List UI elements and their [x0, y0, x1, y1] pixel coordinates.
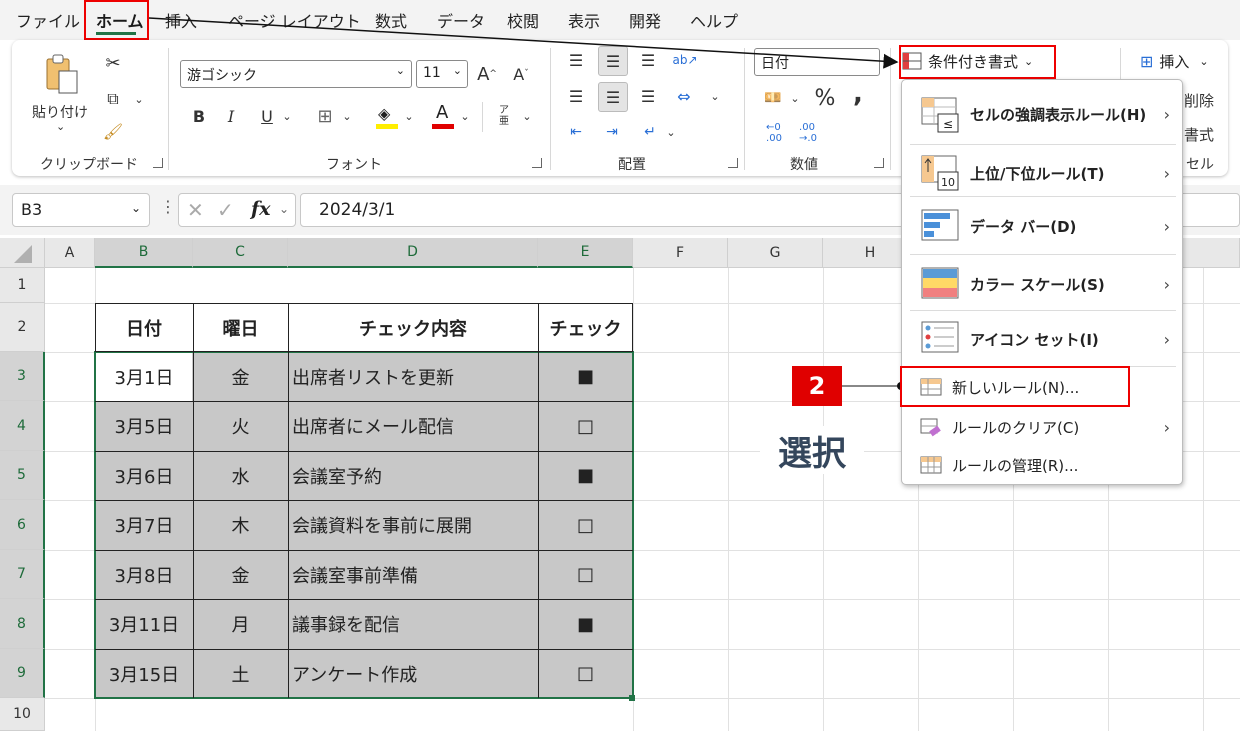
menu-item-label: カラー スケール(S) — [970, 275, 1105, 294]
chevron-right-icon: › — [1163, 417, 1170, 437]
menu-item-label: セルの強調表示ルール(H) — [970, 105, 1147, 124]
menu-separator — [910, 366, 1176, 367]
chevron-right-icon: › — [1163, 216, 1170, 236]
chevron-right-icon: › — [1163, 104, 1170, 124]
menu-item-label: データ バー(D) — [970, 217, 1077, 236]
color-scale-icon — [921, 267, 959, 299]
menu-separator — [910, 310, 1176, 311]
menu-item-label: 上位/下位ルール(T) — [970, 164, 1105, 183]
clear-rules-icon — [920, 418, 941, 437]
menu-item-label: アイコン セット(I) — [970, 330, 1099, 349]
menu-item-label: ルールのクリア(C) — [952, 418, 1080, 437]
menu-item-manage-rules[interactable]: ルールの管理(R)... — [902, 446, 1182, 484]
menu-item-highlight-rules[interactable]: ≤ セルの強調表示ルール(H) › — [902, 84, 1182, 144]
chevron-right-icon: › — [1163, 329, 1170, 349]
icon-set-icon — [921, 321, 959, 353]
highlight-rules-icon: ≤ — [921, 97, 959, 133]
data-bar-icon — [921, 209, 959, 241]
menu-separator — [910, 144, 1176, 145]
top-bottom-icon: 10 — [921, 155, 959, 191]
menu-separator — [910, 254, 1176, 255]
menu-item-data-bar[interactable]: データ バー(D) › — [902, 198, 1182, 254]
new-rule-icon — [920, 378, 942, 396]
menu-item-color-scale[interactable]: カラー スケール(S) › — [902, 256, 1182, 312]
menu-item-icon-set[interactable]: アイコン セット(I) › — [902, 312, 1182, 366]
select-callout: 選択 — [760, 426, 864, 474]
svg-text:10: 10 — [941, 176, 955, 189]
menu-item-new-rule[interactable]: 新しいルール(N)... — [902, 368, 1182, 406]
step-badge: 2 — [792, 366, 842, 406]
conditional-formatting-menu: ≤ セルの強調表示ルール(H) › 10 上位/下位ルール(T) › データ バ… — [901, 79, 1183, 485]
menu-separator — [910, 196, 1176, 197]
chevron-right-icon: › — [1163, 163, 1170, 183]
menu-item-label: ルールの管理(R)... — [952, 456, 1079, 475]
menu-item-label: 新しいルール(N)... — [952, 378, 1080, 397]
menu-item-top-bottom-rules[interactable]: 10 上位/下位ルール(T) › — [902, 146, 1182, 200]
svg-text:≤: ≤ — [943, 117, 953, 131]
menu-item-clear-rules[interactable]: ルールのクリア(C) › — [902, 408, 1182, 446]
chevron-right-icon: › — [1163, 274, 1170, 294]
manage-rules-icon — [920, 456, 942, 474]
